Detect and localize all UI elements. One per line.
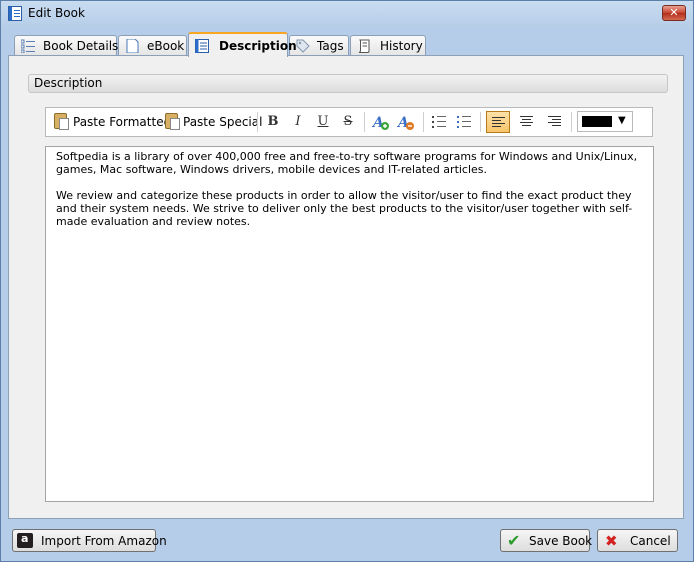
tag-icon [296, 39, 310, 53]
color-swatch [582, 116, 612, 127]
close-button[interactable]: ✕ [662, 5, 686, 21]
list-icon [21, 39, 35, 53]
align-right-icon[interactable] [543, 111, 567, 133]
window-title: Edit Book [28, 6, 85, 20]
underline-button[interactable]: U [313, 111, 333, 133]
title-bar[interactable]: Edit Book ✕ [1, 1, 693, 27]
edit-book-window: Edit Book ✕ Book Details eBook Descripti… [0, 0, 694, 562]
chevron-down-icon: ▼ [618, 115, 626, 126]
tab-label: Book Details [43, 39, 119, 53]
font-color-dropdown[interactable]: ▼ [577, 111, 633, 132]
save-label: Save Book [529, 534, 593, 548]
tab-ebook[interactable]: eBook [118, 35, 187, 56]
paste-special-label: Paste Special [183, 115, 263, 129]
import-label: Import From Amazon [41, 534, 167, 548]
cancel-x-icon: ✖ [605, 532, 618, 550]
editor-paragraph: We review and categorize these products … [56, 189, 633, 228]
align-left-icon[interactable] [486, 111, 510, 133]
formatting-toolbar: Paste Formatted Paste Special B I U S A … [45, 107, 653, 137]
paste-special-icon [165, 113, 180, 130]
toolbar-separator [257, 112, 258, 132]
tab-label: Description [219, 39, 297, 53]
toolbar-separator [423, 112, 424, 132]
font-color-clear-icon[interactable]: A [396, 113, 416, 131]
paste-special-button[interactable]: Paste Special [163, 111, 262, 133]
editor-paragraph: Softpedia is a library of over 400,000 f… [56, 150, 638, 176]
save-book-button[interactable]: ✔ Save Book [500, 529, 593, 552]
cancel-button[interactable]: ✖ Cancel [597, 529, 678, 552]
italic-button[interactable]: I [288, 111, 308, 133]
amazon-icon [17, 532, 33, 548]
tab-tags[interactable]: Tags [289, 35, 349, 56]
toolbar-separator [571, 112, 572, 132]
checkmark-icon: ✔ [507, 531, 521, 550]
import-from-amazon-button[interactable]: Import From Amazon [12, 529, 167, 552]
tab-label: Tags [317, 39, 344, 53]
align-center-icon[interactable] [515, 111, 539, 133]
description-editor[interactable]: Softpedia is a library of over 400,000 f… [45, 146, 654, 502]
bold-button[interactable]: B [263, 111, 283, 133]
tab-description[interactable]: Description [188, 32, 297, 57]
tab-label: History [380, 39, 423, 53]
book-app-icon [8, 6, 22, 21]
paste-icon [54, 113, 69, 130]
document-icon [195, 39, 209, 53]
bullet-list-icon[interactable] [432, 115, 446, 129]
page-icon [126, 39, 139, 53]
paste-formatted-label: Paste Formatted [73, 115, 172, 129]
toolbar-separator [364, 112, 365, 132]
tab-book-details[interactable]: Book Details [14, 35, 119, 56]
numbered-list-icon[interactable] [457, 115, 471, 129]
tab-label: eBook [147, 39, 185, 53]
toolbar-separator [480, 112, 481, 132]
paste-formatted-button[interactable]: Paste Formatted [52, 111, 171, 133]
strikethrough-button[interactable]: S [338, 111, 358, 133]
font-color-increase-icon[interactable]: A [371, 113, 391, 131]
scroll-icon [358, 39, 370, 53]
description-section-header: Description [28, 74, 668, 93]
tab-history[interactable]: History [350, 35, 426, 56]
cancel-label: Cancel [630, 534, 671, 548]
